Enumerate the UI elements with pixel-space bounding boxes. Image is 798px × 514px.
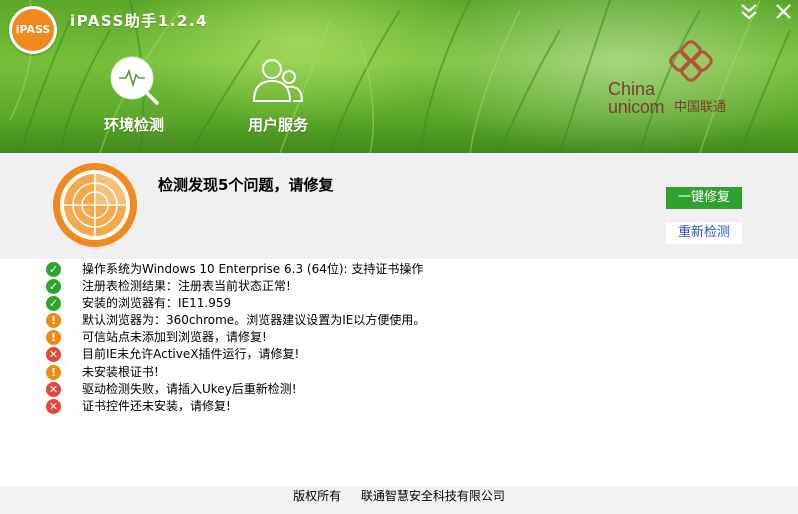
users-icon	[252, 59, 304, 102]
check-ok-icon: ✓	[46, 279, 61, 295]
china-unicom-logo: China unicom 中国联通	[606, 40, 746, 120]
error-icon: ✕	[46, 381, 61, 397]
result-text: 未安装根证书!	[82, 364, 159, 379]
app-logo: iPASS	[9, 6, 57, 54]
footer: 版权所有 联通智慧安全科技有限公司	[0, 486, 798, 514]
nav-label-user-service: 用户服务	[247, 116, 308, 134]
result-text: 注册表检测结果：注册表当前状态正常!	[82, 279, 291, 294]
check-summary-panel: 检测发现5个问题，请修复 一键修复 重新检测	[0, 153, 798, 259]
footer-copyright: 版权所有	[293, 489, 342, 503]
result-text: 可信站点未添加到浏览器，请修复!	[82, 330, 267, 345]
result-text: 操作系统为Windows 10 Enterprise 6.3 (64位): 支持…	[82, 262, 424, 276]
one-click-fix-button[interactable]: 一键修复	[666, 187, 742, 209]
header-banner: iPASS iPASS助手1.2.4 环境检测 用户服务 China unico…	[0, 0, 798, 153]
nav-user-service[interactable]: 用户服务	[223, 54, 333, 135]
close-button[interactable]	[772, 1, 794, 23]
warning-icon: !	[46, 313, 61, 329]
check-ok-icon: ✓	[46, 296, 61, 312]
warning-icon: !	[46, 330, 61, 346]
recheck-button[interactable]: 重新检测	[666, 222, 742, 244]
radar-scan-icon	[53, 163, 137, 247]
warning-icon: !	[46, 364, 61, 380]
status-message: 检测发现5个问题，请修复	[158, 176, 334, 194]
error-icon: ✕	[46, 347, 61, 363]
brand-cn-text: 中国联通	[674, 100, 727, 115]
double-chevron-down-icon	[741, 4, 757, 20]
brand-china-text: China	[608, 79, 656, 99]
result-text: 默认浏览器为：360chrome。浏览器建议设置为IE以方便使用。	[82, 313, 426, 328]
unicom-knot-icon	[669, 40, 713, 82]
nav-environment-check[interactable]: 环境检测	[79, 54, 189, 135]
footer-company: 联通智慧安全科技有限公司	[360, 489, 505, 503]
collapse-button[interactable]	[738, 1, 760, 23]
close-icon	[776, 4, 791, 19]
result-text: 驱动检测失败，请插入Ukey后重新检测!	[82, 381, 297, 396]
result-text: 安装的浏览器有：IE11.959	[82, 296, 232, 311]
result-text: 证书控件还未安装，请修复!	[82, 398, 231, 413]
brand-unicom-text: unicom	[608, 97, 665, 117]
check-ok-icon: ✓	[46, 262, 61, 277]
monitor-search-icon	[110, 56, 159, 105]
result-text: 目前IE未允许ActiveX插件运行，请修复!	[82, 347, 300, 362]
window-title: iPASS助手1.2.4	[70, 12, 209, 30]
logo-text: iPASS	[12, 9, 54, 51]
error-icon: ✕	[46, 398, 61, 414]
nav-label-environment: 环境检测	[103, 116, 164, 134]
